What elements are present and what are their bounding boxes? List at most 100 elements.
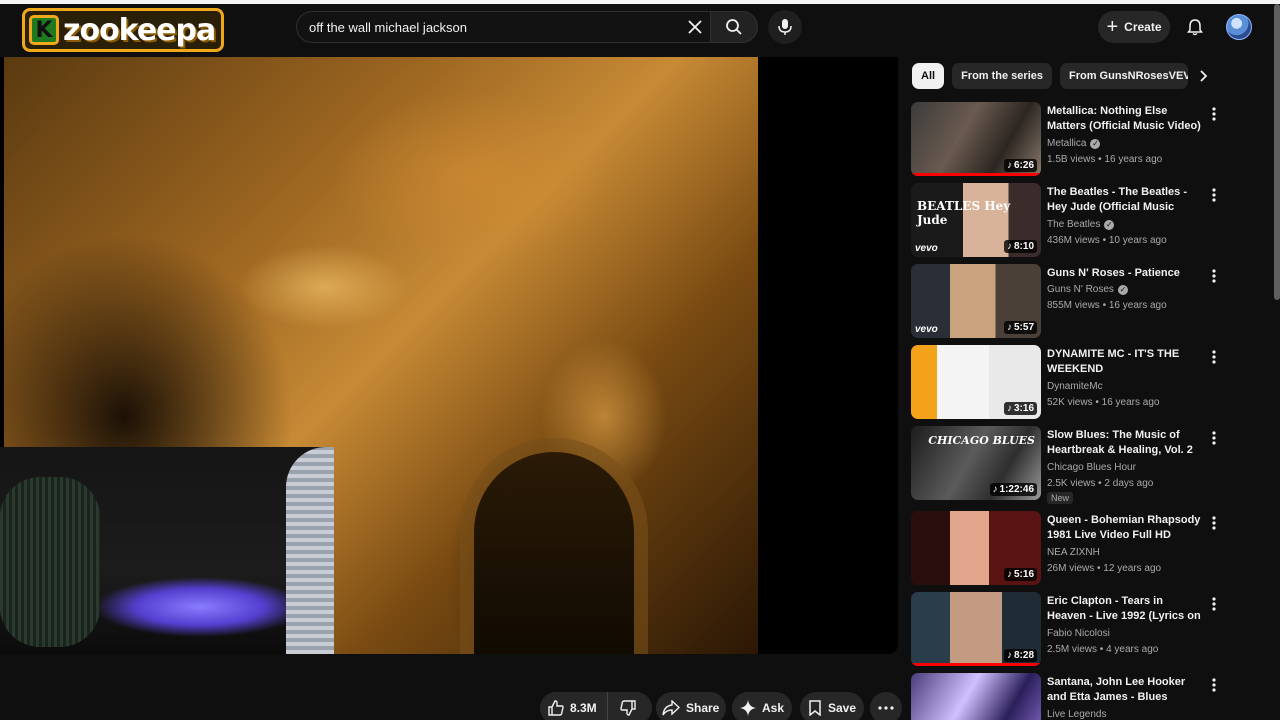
thumbnail-text: CHICAGO BLUES (928, 434, 1035, 447)
duration-badge: ♪ 3:16 (1003, 402, 1037, 415)
search-box (296, 11, 710, 43)
channel-name[interactable]: NEA ZIXNH (1047, 547, 1100, 558)
video-thumbnail[interactable]: ♪ 3:16 (911, 345, 1041, 419)
new-badge: New (1047, 492, 1074, 504)
clear-search-button[interactable] (680, 12, 710, 42)
video-menu-button[interactable] (1207, 104, 1221, 124)
create-label: Create (1124, 20, 1162, 34)
video-title[interactable]: Queen - Bohemian Rhapsody 1981 Live Vide… (1047, 513, 1203, 543)
more-vertical-icon (1212, 269, 1216, 283)
plus-icon: + (1106, 16, 1119, 38)
ask-label: Ask (762, 701, 785, 715)
channel-name[interactable]: Chicago Blues Hour (1047, 462, 1136, 473)
list-item[interactable]: ♪ 3:16 DYNAMITE MC - IT'S THE WEEKEND Dyn… (911, 345, 1231, 421)
list-item[interactable]: ♪ 8:28 Eric Clapton - Tears in Heaven - L… (911, 592, 1231, 668)
dislike-button[interactable] (608, 692, 648, 720)
logo-text: zookeepa (63, 12, 216, 48)
list-item[interactable]: ♪ 5:16 Queen - Bohemian Rhapsody 1981 Liv… (911, 511, 1231, 587)
video-player[interactable] (0, 57, 898, 654)
video-thumbnail[interactable] (911, 673, 1041, 720)
chip-from-the-series[interactable]: From the series (952, 63, 1052, 89)
bookmark-icon (809, 700, 821, 716)
video-title[interactable]: Guns N' Roses - Patience (1047, 266, 1203, 281)
video-menu-button[interactable] (1207, 675, 1221, 695)
notifications-button[interactable] (1180, 12, 1210, 42)
more-vertical-icon (1212, 597, 1216, 611)
webcam-overlay (0, 447, 334, 654)
dislike-icon (619, 700, 636, 716)
video-thumbnail[interactable]: ♪ 8:28 (911, 592, 1041, 666)
video-menu-button[interactable] (1207, 266, 1221, 286)
list-item[interactable]: Santana, John Lee Hooker and Etta James … (911, 673, 1231, 720)
video-meta: 52K views • 16 years ago (1047, 397, 1160, 408)
video-menu-button[interactable] (1207, 513, 1221, 533)
avatar[interactable] (1226, 14, 1252, 40)
channel-name[interactable]: DynamiteMc (1047, 381, 1103, 392)
chip-all[interactable]: All (912, 63, 945, 89)
video-menu-button[interactable] (1207, 594, 1221, 614)
list-item[interactable]: vevo ♪ 5:57 Guns N' Roses - Patience Guns… (911, 264, 1231, 340)
share-button[interactable]: Share (656, 692, 726, 720)
close-icon (688, 20, 702, 34)
music-note-icon: ♪ (992, 484, 998, 495)
channel-name[interactable]: Live Legends (1047, 709, 1107, 720)
share-label: Share (686, 701, 720, 715)
more-actions-button[interactable] (870, 692, 902, 720)
video-menu-button[interactable] (1207, 185, 1221, 205)
list-item[interactable]: ♪ 6:26 Metallica: Nothing Else Matters (O… (911, 102, 1231, 178)
video-title[interactable]: Metallica: Nothing Else Matters (Officia… (1047, 104, 1203, 134)
search-input[interactable] (297, 19, 680, 35)
save-label: Save (828, 701, 857, 715)
channel-name[interactable]: Fabio Nicolosi (1047, 628, 1110, 639)
video-thumbnail[interactable]: vevo ♪ 5:57 (911, 264, 1041, 338)
chip-from-gunsnrosesvevo[interactable]: From GunsNRosesVEVO (1059, 63, 1188, 89)
video-title[interactable]: Santana, John Lee Hooker and Etta James … (1047, 675, 1203, 705)
ask-button[interactable]: Ask (732, 692, 792, 720)
more-vertical-icon (1212, 516, 1216, 530)
video-menu-button[interactable] (1207, 428, 1221, 448)
video-title[interactable]: Slow Blues: The Music of Heartbreak & He… (1047, 428, 1203, 458)
video-thumbnail[interactable]: CHICAGO BLUES ♪ 1:22:46 (911, 426, 1041, 500)
search-button[interactable] (710, 11, 758, 43)
logo[interactable]: K zookeepa (22, 8, 225, 52)
video-thumbnail[interactable]: BEATLES Hey Jude vevo ♪ 8:10 (911, 183, 1041, 257)
watch-progress-bar (911, 663, 1041, 666)
list-item[interactable]: CHICAGO BLUES ♪ 1:22:46 Slow Blues: The M… (911, 426, 1231, 504)
video-thumbnail[interactable]: ♪ 6:26 (911, 102, 1041, 176)
music-note-icon: ♪ (1006, 322, 1012, 333)
more-vertical-icon (1212, 188, 1216, 202)
video-meta: 2.5K views • 2 days ago (1047, 478, 1154, 489)
voice-search-button[interactable] (768, 10, 802, 44)
chips-next-button[interactable] (1194, 66, 1214, 86)
duration-badge: ♪ 1:22:46 (989, 483, 1037, 496)
chevron-right-icon (1200, 70, 1208, 82)
save-button[interactable]: Save (800, 692, 864, 720)
video-thumbnail[interactable]: ♪ 5:16 (911, 511, 1041, 585)
video-menu-button[interactable] (1207, 347, 1221, 367)
list-item[interactable]: BEATLES Hey Jude vevo ♪ 8:10 The Beatles … (911, 183, 1231, 259)
search-icon (726, 19, 742, 35)
logo-badge: K (29, 15, 59, 45)
like-dislike-group: 8.3M (540, 692, 652, 720)
video-title[interactable]: The Beatles - The Beatles - Hey Jude (Of… (1047, 185, 1203, 215)
thumbnail-text: BEATLES Hey Jude (917, 199, 1011, 227)
like-button[interactable]: 8.3M (540, 692, 608, 720)
scrollbar[interactable] (1274, 4, 1280, 300)
channel-name[interactable]: The Beatles ✓ (1047, 219, 1115, 230)
duration-badge: ♪ 8:28 (1003, 649, 1037, 662)
create-button[interactable]: + Create (1098, 11, 1170, 43)
video-meta: 436M views • 10 years ago (1047, 235, 1167, 246)
like-count: 8.3M (570, 701, 597, 715)
video-title[interactable]: Eric Clapton - Tears in Heaven - Live 19… (1047, 594, 1203, 624)
more-vertical-icon (1212, 350, 1216, 364)
video-meta: 1.5B views • 16 years ago (1047, 154, 1163, 165)
channel-name[interactable]: Metallica ✓ (1047, 138, 1101, 149)
video-meta: 855M views • 16 years ago (1047, 300, 1167, 311)
music-note-icon: ♪ (1006, 241, 1012, 252)
music-note-icon: ♪ (1006, 403, 1012, 414)
music-note-icon: ♪ (1006, 569, 1012, 580)
vevo-logo: vevo (915, 324, 938, 335)
webcam-microphone (0, 477, 100, 647)
channel-name[interactable]: Guns N' Roses ✓ (1047, 284, 1128, 295)
video-title[interactable]: DYNAMITE MC - IT'S THE WEEKEND (1047, 347, 1203, 377)
